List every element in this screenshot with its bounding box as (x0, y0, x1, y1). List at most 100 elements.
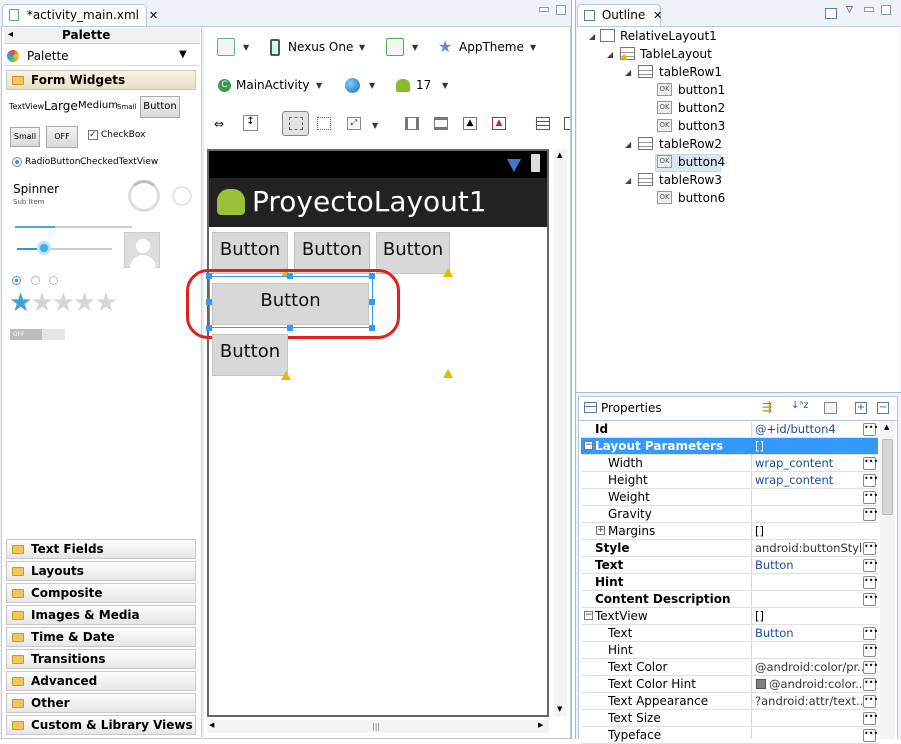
tree-item-tablerow2[interactable]: tableRow2 (659, 137, 722, 151)
radio-icon[interactable] (12, 157, 22, 167)
fit-height-icon[interactable]: ↕ (243, 115, 258, 131)
edit-property-button[interactable]: ••• (863, 661, 878, 674)
category-time-date[interactable]: Time & Date (6, 627, 196, 647)
property-value[interactable]: Button (755, 558, 863, 572)
category-advanced[interactable]: Advanced (6, 671, 196, 691)
collapse-all-icon[interactable]: − (877, 402, 889, 414)
outline-collapse-icon[interactable] (825, 8, 837, 19)
tree-item-tablerow1[interactable]: tableRow1 (659, 65, 722, 79)
view-menu-icon[interactable]: ▽ (846, 5, 853, 15)
tree-item-button6[interactable]: button6 (678, 191, 725, 205)
progress-large-icon[interactable] (128, 180, 160, 212)
property-row[interactable]: + Margins [] (581, 523, 878, 540)
table-icon[interactable] (536, 117, 550, 130)
canvas-horizontal-scrollbar[interactable]: ◀ ||| ▶ (207, 720, 549, 733)
property-row[interactable]: Text Color @android:color/pr... ••• (581, 659, 878, 676)
widget-checkbox[interactable]: CheckBox (101, 130, 145, 140)
gravity-icon[interactable]: ▲ (463, 117, 477, 130)
tree-item-button1[interactable]: button1 (678, 83, 725, 97)
palette-menu-chevron-icon[interactable]: ▼ (179, 49, 187, 60)
tree-item-tablerow3[interactable]: tableRow3 (659, 173, 722, 187)
property-value[interactable]: [] (755, 524, 863, 538)
checkbox-icon[interactable]: ✓ (88, 130, 98, 140)
scroll-down-icon[interactable]: ▼ (557, 705, 562, 713)
sort-az-icon[interactable]: ↓ᵃz (791, 400, 809, 411)
scroll-up-icon[interactable]: ▲ (884, 423, 889, 431)
property-row[interactable]: Text Button ••• (581, 625, 878, 642)
scrollbar-thumb-icon[interactable]: ||| (372, 722, 380, 731)
property-row[interactable]: Gravity ••• (581, 506, 878, 523)
expand-all-icon[interactable]: + (855, 402, 867, 414)
advanced-icon[interactable] (824, 402, 837, 414)
palette-title-row[interactable]: Palette ▼ (4, 46, 200, 66)
property-row[interactable]: Content Description ••• (581, 591, 878, 608)
device-button-3[interactable]: Button (376, 232, 450, 274)
edit-property-button[interactable]: ••• (863, 508, 878, 521)
property-value[interactable]: android:buttonStyle (755, 541, 863, 555)
edit-property-button[interactable]: ••• (863, 644, 878, 657)
edit-property-button[interactable]: ••• (863, 474, 878, 487)
property-row[interactable]: − TextView [] (581, 608, 878, 625)
dotted-box-icon[interactable] (317, 117, 331, 130)
tree-item-relativelayout[interactable]: RelativeLayout1 (620, 29, 717, 43)
property-value[interactable]: wrap_content (755, 456, 863, 470)
edit-property-button[interactable]: ••• (863, 423, 878, 436)
widget-spinner[interactable]: Spinner (13, 182, 59, 196)
seekbar[interactable] (17, 248, 112, 250)
widget-checkedtextview[interactable]: CheckedTextView (80, 157, 158, 167)
property-row[interactable]: Weight ••• (581, 489, 878, 506)
scroll-up-icon[interactable]: ▲ (557, 151, 562, 159)
edit-property-button[interactable]: ••• (863, 729, 878, 742)
edit-property-button[interactable]: ••• (863, 593, 878, 606)
show-layout-bounds-button[interactable] (282, 111, 309, 136)
property-row[interactable]: Typeface ••• (581, 727, 878, 744)
device-chooser[interactable]: Nexus One ▼ (262, 36, 372, 60)
collapse-group-icon[interactable]: − (584, 441, 593, 450)
widget-large-text[interactable]: Large (44, 99, 78, 113)
palette-divider[interactable] (201, 28, 204, 739)
property-value[interactable]: @+id/button4 (755, 422, 863, 436)
property-row[interactable]: Id @+id/button4 ••• (581, 421, 878, 438)
maximize-outline-button[interactable] (881, 5, 891, 15)
property-row[interactable]: Style android:buttonStyle ••• (581, 540, 878, 557)
property-value[interactable]: wrap_content (755, 473, 863, 487)
radio-group-icon-3[interactable] (49, 276, 58, 285)
category-images-media[interactable]: Images & Media (6, 605, 196, 625)
edit-property-button[interactable]: ••• (863, 678, 878, 691)
tree-item-tablelayout[interactable]: TableLayout (640, 47, 712, 61)
table-icon-2[interactable] (564, 117, 570, 130)
category-layouts[interactable]: Layouts (6, 561, 196, 581)
collapse-palette-icon[interactable]: ◂ (8, 29, 13, 40)
edit-property-button[interactable]: ••• (863, 491, 878, 504)
property-row[interactable]: Text Color Hint @android:color... ••• (581, 676, 878, 693)
property-row[interactable]: Text Size ••• (581, 710, 878, 727)
property-value[interactable]: [] (755, 609, 863, 623)
filter-icon[interactable]: ⇶ (762, 400, 772, 414)
property-value[interactable]: ?android:attr/text... (755, 694, 863, 708)
minimize-outline-button[interactable] (864, 7, 874, 12)
property-row[interactable]: Hint ••• (581, 642, 878, 659)
seekbar-thumb-icon[interactable] (37, 241, 51, 255)
property-row[interactable]: − Layout Parameters [] (581, 438, 878, 455)
activity-chooser[interactable]: C MainActivity ▼ (212, 74, 330, 98)
widget-medium-text[interactable]: Medium (78, 100, 118, 111)
outline-tab[interactable]: Outline ✕ (577, 4, 662, 26)
edit-property-button[interactable]: ••• (863, 559, 878, 572)
chevron-down-icon[interactable]: ▼ (243, 43, 249, 52)
device-button-6[interactable]: Button (212, 334, 288, 376)
rating-bar[interactable]: ★★★★★ (9, 290, 118, 316)
properties-vertical-scrollbar[interactable]: ▲ (880, 421, 895, 739)
scroll-left-icon[interactable]: ◀ (209, 721, 214, 729)
property-row[interactable]: Text Button ••• (581, 557, 878, 574)
widget-button[interactable]: Button (140, 96, 180, 118)
property-row[interactable]: Width wrap_content ••• (581, 455, 878, 472)
property-value[interactable]: Button (755, 626, 863, 640)
edit-property-button[interactable]: ••• (863, 542, 878, 555)
progress-small-icon[interactable] (172, 186, 192, 206)
minimize-editor-button[interactable] (539, 7, 549, 12)
api-level-chooser[interactable]: 17 ▼ (390, 74, 455, 98)
widget-small-text[interactable]: Small (117, 103, 136, 111)
category-custom-library[interactable]: Custom & Library Views (6, 715, 196, 735)
property-value[interactable]: @android:color... (755, 677, 863, 691)
margins-icon[interactable]: ▲ (492, 117, 506, 130)
